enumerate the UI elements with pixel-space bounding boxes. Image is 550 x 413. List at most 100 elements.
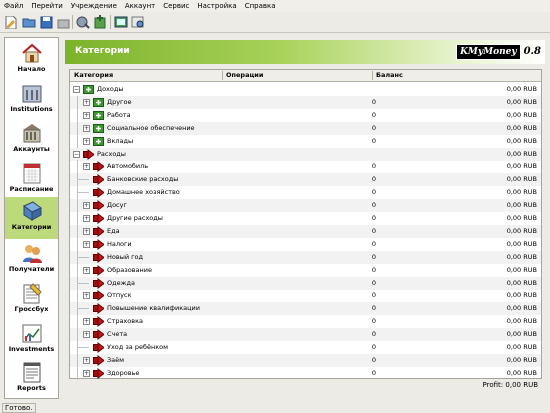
table-row[interactable]: + Автомобиль 0 0,00 RUB bbox=[70, 160, 541, 174]
category-balance: 0,00 RUB bbox=[506, 97, 537, 106]
table-row[interactable]: + Другие расходы 0 0,00 RUB bbox=[70, 212, 541, 225]
table-row[interactable]: Банковские расходы 0 0,00 RUB bbox=[70, 173, 541, 187]
menu-item[interactable]: Учреждение bbox=[67, 0, 121, 11]
search-icon[interactable] bbox=[130, 14, 146, 30]
category-operations: 0 bbox=[371, 188, 376, 197]
category-balance: 0,00 RUB bbox=[506, 175, 537, 184]
table-row[interactable]: + Социальное обеспечение 0 0,00 RUB bbox=[70, 121, 541, 135]
category-balance: 0,00 RUB bbox=[506, 343, 537, 351]
expense-category-icon bbox=[93, 238, 105, 250]
expand-icon[interactable]: + bbox=[83, 331, 90, 339]
menu-item[interactable]: Справка bbox=[241, 0, 280, 11]
account-edit-icon[interactable] bbox=[92, 14, 108, 30]
income-category-icon bbox=[93, 97, 104, 108]
toolbar-separator bbox=[110, 15, 111, 29]
table-row[interactable]: + Работа 0 0,00 RUB bbox=[70, 108, 541, 122]
expand-icon[interactable]: + bbox=[83, 240, 90, 248]
table-row[interactable]: Уход за ребёнком 0 0,00 RUB bbox=[70, 341, 541, 354]
menu-item[interactable]: Файл bbox=[0, 0, 27, 11]
expand-icon[interactable]: + bbox=[83, 163, 90, 171]
table-row[interactable]: + Здоровье 0 0,00 RUB bbox=[70, 366, 541, 380]
expand-icon[interactable]: + bbox=[83, 137, 90, 145]
save-as-icon[interactable] bbox=[55, 14, 71, 30]
category-balance: 0,00 RUB bbox=[506, 123, 537, 132]
expand-icon[interactable]: + bbox=[83, 369, 90, 377]
expand-icon[interactable]: + bbox=[83, 292, 90, 300]
tree-line bbox=[77, 199, 78, 213]
sidebar-item-investments[interactable]: Investments bbox=[5, 319, 58, 359]
table-row[interactable]: Повышение квалификации 0 0,00 RUB bbox=[70, 302, 541, 316]
table-row[interactable]: − Доходы 0,00 RUB bbox=[70, 83, 541, 96]
expand-icon[interactable]: + bbox=[83, 98, 90, 106]
open-icon[interactable] bbox=[21, 14, 37, 30]
save-icon[interactable] bbox=[38, 14, 54, 30]
category-balance: 0,00 RUB bbox=[506, 239, 537, 248]
table-row[interactable]: + Счета 0 0,00 RUB bbox=[70, 328, 541, 342]
category-operations: 0 bbox=[371, 265, 376, 274]
category-name: Здоровье bbox=[107, 368, 140, 377]
schedule-icon bbox=[21, 162, 43, 184]
category-balance: 0,00 RUB bbox=[506, 252, 537, 261]
expand-icon[interactable]: + bbox=[83, 356, 90, 364]
table-row[interactable]: Новый год 0 0,00 RUB bbox=[70, 250, 541, 264]
page-title: Категории bbox=[75, 46, 130, 56]
tree-line bbox=[77, 366, 78, 380]
category-balance: 0,00 RUB bbox=[506, 110, 537, 119]
column-header-balance[interactable]: Баланс bbox=[376, 71, 403, 79]
category-operations: 0 bbox=[371, 368, 376, 377]
sidebar-item-categories[interactable]: Категории bbox=[5, 197, 58, 239]
investments-icon bbox=[21, 322, 43, 344]
sidebar-item-payees[interactable]: Получатели bbox=[5, 239, 58, 279]
menu-item[interactable]: Перейти bbox=[27, 0, 67, 11]
column-header-operations[interactable]: Операции bbox=[226, 71, 263, 79]
sidebar-item-ledger[interactable]: Гроссбух bbox=[5, 279, 58, 319]
table-row[interactable]: + Образование 0 0,00 RUB bbox=[70, 263, 541, 277]
expand-icon[interactable]: + bbox=[83, 266, 90, 274]
expand-icon[interactable]: + bbox=[83, 202, 90, 210]
table-row[interactable]: + Налоги 0 0,00 RUB bbox=[70, 237, 541, 251]
expense-category-icon bbox=[93, 290, 105, 302]
expand-icon[interactable]: + bbox=[83, 215, 90, 222]
tree-line bbox=[77, 237, 78, 251]
expand-icon[interactable]: + bbox=[83, 111, 90, 119]
expense-category-icon bbox=[93, 316, 105, 328]
expense-category-icon bbox=[93, 161, 105, 173]
menu-item[interactable]: Аккаунт bbox=[121, 0, 159, 11]
expand-icon[interactable]: + bbox=[83, 227, 90, 235]
sidebar-item-label: Получатели bbox=[8, 265, 55, 273]
expand-icon[interactable]: + bbox=[83, 318, 90, 326]
table-row[interactable]: Одежда 0 0,00 RUB bbox=[70, 276, 541, 290]
sidebar-item-reports[interactable]: Reports bbox=[5, 358, 58, 398]
column-header-category[interactable]: Категория bbox=[74, 71, 113, 79]
table-row[interactable]: + Вклады 0 0,00 RUB bbox=[70, 134, 541, 148]
menu-item[interactable]: Настройка bbox=[193, 0, 240, 11]
table-row[interactable]: + Отпуск 0 0,00 RUB bbox=[70, 289, 541, 303]
account-add-icon[interactable] bbox=[75, 14, 91, 30]
collapse-icon[interactable]: − bbox=[73, 150, 80, 158]
sidebar: Начало Institutions Аккаунты Расписание … bbox=[4, 37, 59, 399]
new-file-icon[interactable] bbox=[3, 14, 19, 30]
category-operations: 0 bbox=[371, 175, 376, 184]
toolbar-separator bbox=[72, 15, 73, 29]
table-row[interactable]: + Заём 0 0,00 RUB bbox=[70, 353, 541, 367]
page-header: Категории KMyMoney 0.8 bbox=[65, 40, 545, 64]
table-row[interactable]: Домашнее хозяйство 0 0,00 RUB bbox=[70, 186, 541, 200]
table-row[interactable]: + Досуг 0 0,00 RUB bbox=[70, 199, 541, 213]
expense-category-icon bbox=[83, 148, 95, 160]
expand-icon[interactable]: + bbox=[83, 124, 90, 132]
collapse-icon[interactable]: − bbox=[73, 86, 80, 93]
categories-icon bbox=[21, 200, 43, 222]
categories-table[interactable]: Категория Операции Баланс − Доходы 0,00 RU… bbox=[69, 69, 542, 380]
export-icon[interactable] bbox=[113, 14, 129, 30]
table-row[interactable]: + Еда 0 0,00 RUB bbox=[70, 224, 541, 238]
table-row[interactable]: + Страховка 0 0,00 RUB bbox=[70, 315, 541, 329]
menu-item[interactable]: Сервис bbox=[159, 0, 193, 11]
category-name: Одежда bbox=[107, 278, 135, 287]
sidebar-item-accounts[interactable]: Аккаунты bbox=[5, 119, 58, 159]
table-row[interactable]: + Другое 0 0,00 RUB bbox=[70, 95, 541, 109]
table-row[interactable]: − Расходы 0,00 RUB bbox=[70, 147, 541, 161]
tree-line bbox=[77, 347, 89, 348]
sidebar-item-institutions[interactable]: Institutions bbox=[5, 79, 58, 119]
sidebar-item-schedule[interactable]: Расписание bbox=[5, 159, 58, 199]
sidebar-item-home[interactable]: Начало bbox=[5, 39, 58, 79]
